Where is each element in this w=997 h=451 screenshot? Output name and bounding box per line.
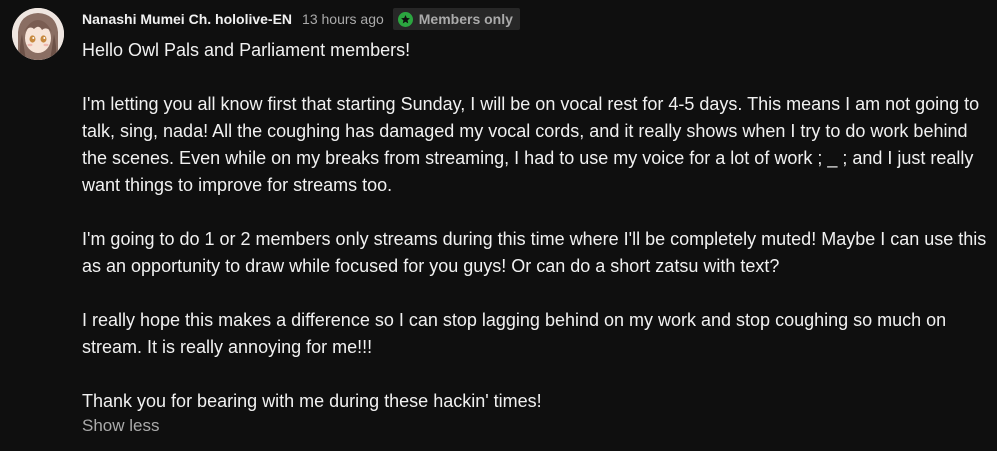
post-paragraph: Hello Owl Pals and Parliament members! — [82, 40, 411, 60]
post-header: Nanashi Mumei Ch. hololive-EN 13 hours a… — [82, 8, 987, 30]
post-content: Nanashi Mumei Ch. hololive-EN 13 hours a… — [82, 8, 987, 437]
post-time[interactable]: 13 hours ago — [302, 11, 384, 27]
post-paragraph: I'm letting you all know first that star… — [82, 94, 980, 195]
badge-label: Members only — [418, 11, 513, 27]
author-name[interactable]: Nanashi Mumei Ch. hololive-EN — [82, 11, 292, 27]
channel-avatar[interactable] — [12, 8, 64, 60]
show-less-button[interactable]: Show less — [82, 415, 159, 437]
post-body: Hello Owl Pals and Parliament members! I… — [82, 37, 987, 415]
post-paragraph: Thank you for bearing with me during the… — [82, 391, 542, 411]
post-paragraph: I'm going to do 1 or 2 members only stre… — [82, 229, 987, 276]
members-only-badge: Members only — [392, 8, 520, 30]
star-badge-icon — [397, 11, 413, 27]
avatar-image — [12, 8, 64, 60]
post-paragraph: I really hope this makes a difference so… — [82, 310, 947, 357]
